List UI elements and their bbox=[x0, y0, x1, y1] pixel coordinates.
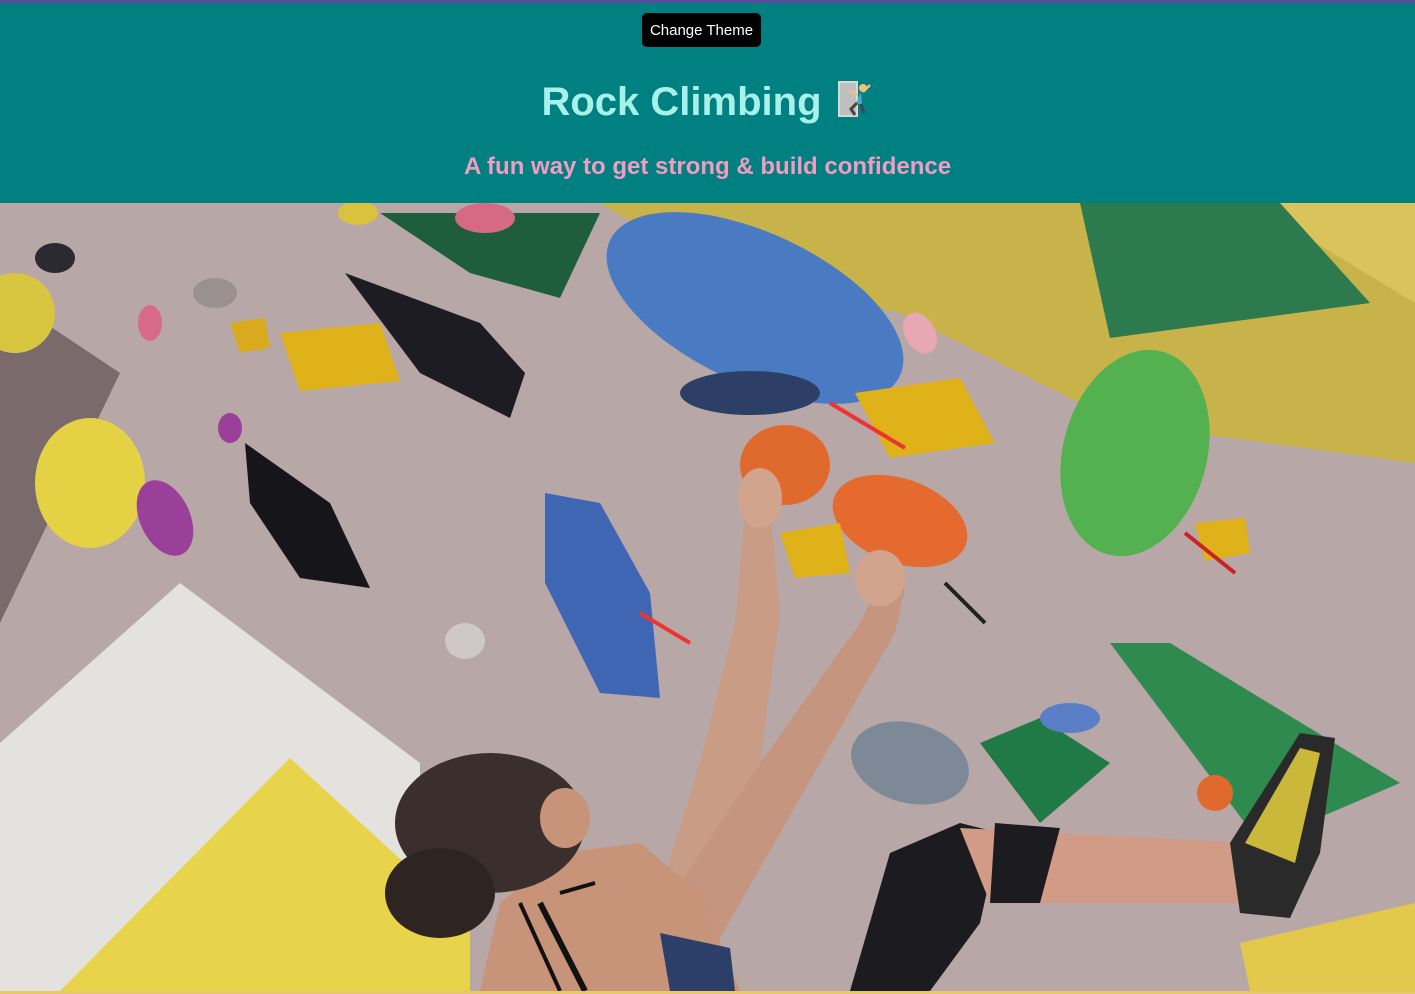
climbing-photo-illustration bbox=[0, 203, 1415, 991]
change-theme-button[interactable]: Change Theme bbox=[642, 13, 761, 47]
page-header: Change Theme Rock Climbing A fun way to … bbox=[0, 3, 1415, 203]
page-title: Rock Climbing bbox=[0, 77, 1415, 127]
climbing-wall-photo bbox=[0, 203, 1415, 991]
page-subtitle: A fun way to get strong & build confiden… bbox=[463, 153, 952, 180]
person-climbing-icon bbox=[837, 81, 871, 117]
page-title-text: Rock Climbing bbox=[541, 80, 822, 124]
